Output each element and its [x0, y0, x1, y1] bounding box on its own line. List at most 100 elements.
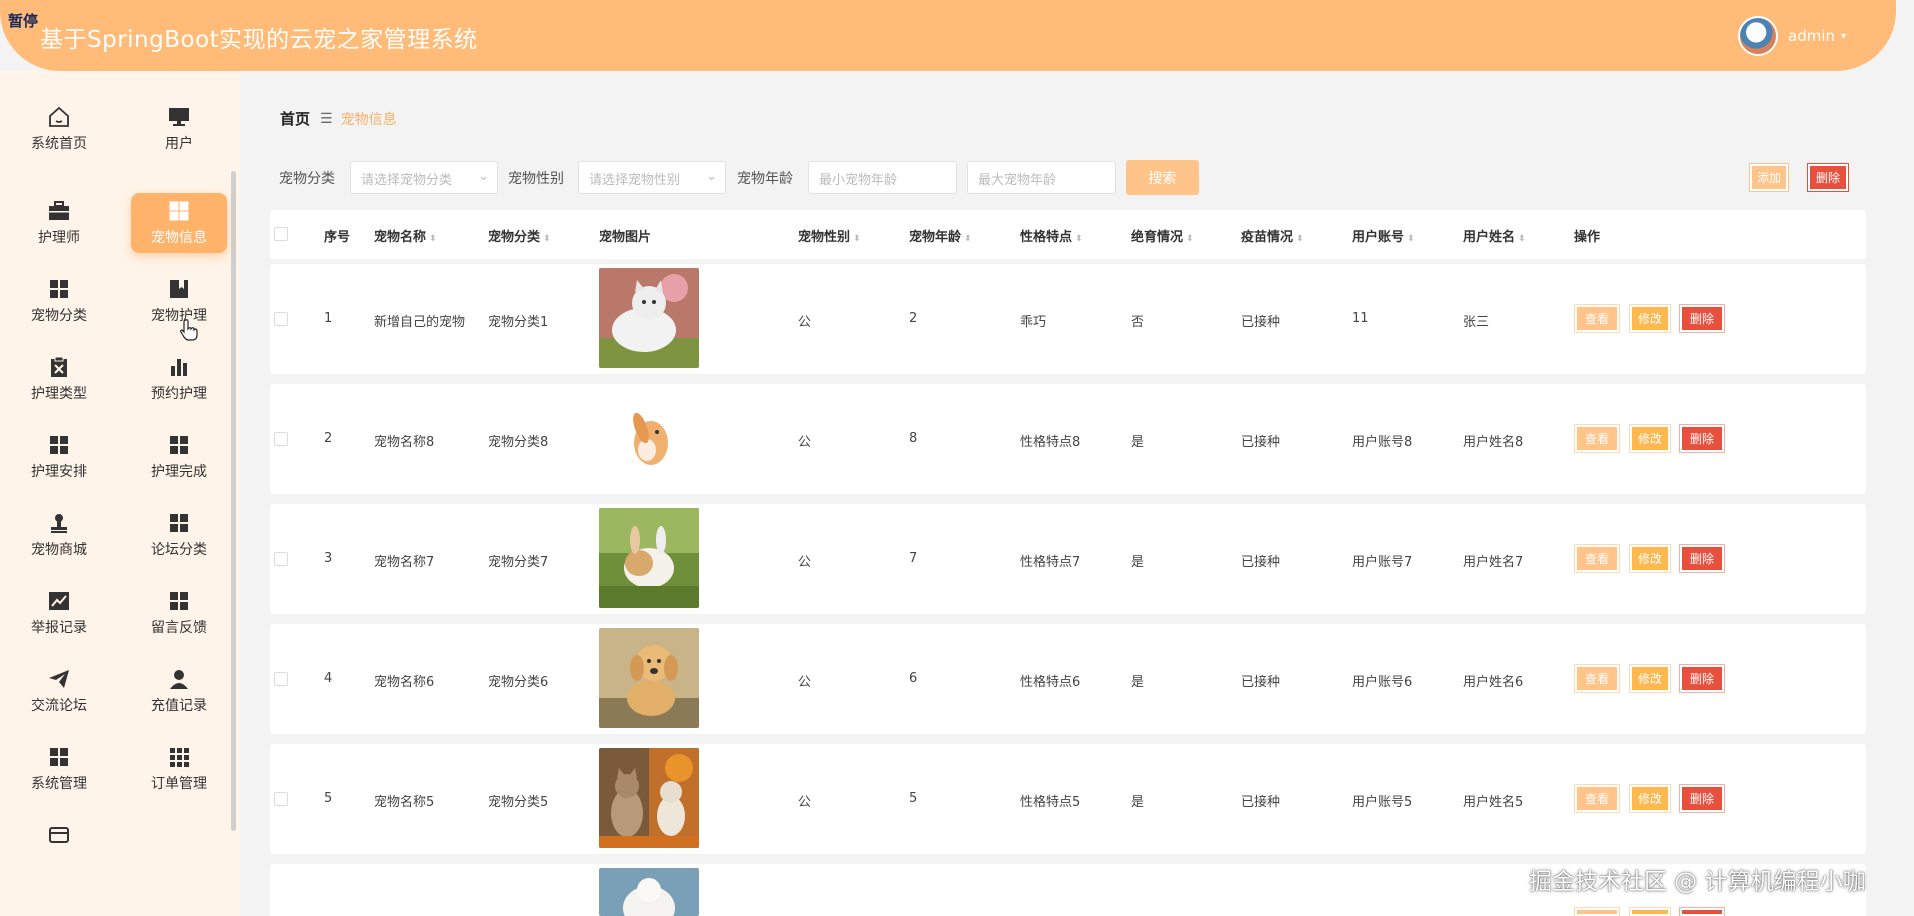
send-icon: [47, 667, 71, 691]
sidebar: 系统首页 用户 护理师 宠物信息 宠物分类 宠物护理 护理类型 预约护理 护理安…: [0, 71, 240, 916]
sidebar-item-forum-category[interactable]: 论坛分类: [131, 505, 227, 565]
column-header-neutered[interactable]: 绝育情况 ⬍: [1131, 226, 1194, 245]
sidebar-item-home[interactable]: 系统首页: [11, 99, 107, 159]
rabbit-grass-image[interactable]: [599, 508, 699, 608]
column-header-category[interactable]: 宠物分类 ⬍: [488, 226, 551, 245]
rabbit-image[interactable]: [599, 388, 699, 488]
row-checkbox[interactable]: [274, 552, 288, 566]
column-header-gender[interactable]: 宠物性别 ⬍: [798, 226, 861, 245]
cell-age: 8: [909, 431, 918, 446]
delete-button[interactable]: 删除: [1679, 544, 1725, 573]
edit-button[interactable]: 修改: [1629, 544, 1671, 573]
sidebar-item-pet-info[interactable]: 宠物信息: [131, 193, 227, 253]
view-button[interactable]: 查看: [1574, 424, 1620, 453]
cell-vaccine: 已接种: [1241, 435, 1281, 450]
cell-username: 用户姓名7: [1463, 555, 1524, 570]
view-button[interactable]: 查看: [1574, 304, 1620, 333]
age-min-input[interactable]: 最小宠物年龄: [808, 161, 957, 194]
cell-name: 宠物名称5: [374, 795, 435, 810]
sidebar-item-forum[interactable]: 交流论坛: [11, 661, 107, 721]
cell-personality: 性格特点8: [1020, 435, 1081, 450]
column-header-account[interactable]: 用户账号 ⬍: [1352, 226, 1415, 245]
cell-personality: 性格特点6: [1020, 675, 1081, 690]
breadcrumb-home[interactable]: 首页: [280, 108, 310, 129]
sidebar-item-recharge[interactable]: 充值记录: [131, 661, 227, 721]
sidebar-item-label: 交流论坛: [31, 698, 87, 714]
edit-button[interactable]: 修改: [1629, 304, 1671, 333]
view-button[interactable]: 查看: [1574, 664, 1620, 693]
sidebar-item-label: 护理师: [38, 230, 80, 246]
chevron-down-icon: ⌄: [706, 169, 717, 184]
column-header-username[interactable]: 用户姓名 ⬍: [1463, 226, 1526, 245]
sidebar-item-pet-care[interactable]: 宠物护理: [131, 271, 227, 331]
sidebar-item-care-done[interactable]: 护理完成: [131, 427, 227, 487]
row-checkbox[interactable]: [274, 312, 288, 326]
sidebar-item-system[interactable]: 系统管理: [11, 739, 107, 799]
cell-index: 5: [324, 791, 333, 806]
sidebar-item-label: 论坛分类: [151, 542, 207, 558]
cell-name: 新增自己的宠物: [374, 315, 466, 330]
sidebar-item-care-schedule[interactable]: 护理安排: [11, 427, 107, 487]
table-header: 序号 宠物名称 ⬍ 宠物分类 ⬍ 宠物图片 宠物性别 ⬍ 宠物年龄 ⬍ 性格特点 ⬍ 绝育…: [270, 210, 1866, 259]
edit-button[interactable]: 修改: [1629, 784, 1671, 813]
gender-select[interactable]: 请选择宠物性别 ⌄: [578, 161, 726, 194]
chevron-down-icon[interactable]: ▾: [1841, 31, 1846, 42]
cat-image[interactable]: [599, 268, 699, 368]
dog-image[interactable]: [599, 868, 699, 916]
cell-account: 用户账号7: [1352, 555, 1413, 570]
delete-button[interactable]: 删除: [1679, 304, 1725, 333]
sidebar-item-pet-category[interactable]: 宠物分类: [11, 271, 107, 331]
batch-delete-button[interactable]: 删除: [1807, 163, 1849, 192]
sidebar-item-label: 护理类型: [31, 386, 87, 402]
cell-age: 5: [909, 791, 918, 806]
column-header-vaccine[interactable]: 疫苗情况 ⬍: [1241, 226, 1304, 245]
puppy-image[interactable]: [599, 628, 699, 728]
column-header-personality[interactable]: 性格特点 ⬍: [1020, 226, 1083, 245]
sidebar-item-pet-mall[interactable]: 宠物商城: [11, 505, 107, 565]
column-header-age[interactable]: 宠物年龄 ⬍: [909, 226, 972, 245]
sidebar-item-orders[interactable]: 订单管理: [131, 739, 227, 799]
category-select[interactable]: 请选择宠物分类 ⌄: [350, 161, 498, 194]
delete-button[interactable]: [1679, 907, 1725, 916]
select-all-checkbox[interactable]: [274, 227, 288, 241]
sidebar-item-label: 留言反馈: [151, 620, 207, 636]
sort-icon: ⬍: [1296, 234, 1304, 244]
search-button[interactable]: 搜索: [1126, 160, 1199, 195]
sort-icon: ⬍: [1518, 234, 1526, 244]
user-menu[interactable]: admin ▾: [1738, 16, 1846, 56]
kittens-image[interactable]: [599, 748, 699, 848]
view-button[interactable]: 查看: [1574, 784, 1620, 813]
delete-button[interactable]: 删除: [1679, 424, 1725, 453]
cell-neutered: 是: [1131, 555, 1145, 570]
sidebar-item-users[interactable]: 用户: [131, 99, 227, 159]
table-row: 2 宠物名称8 宠物分类8 公 8 性格特点8 是 已接种 用户账号8 用户姓名…: [270, 384, 1866, 494]
row-checkbox[interactable]: [274, 792, 288, 806]
edit-button[interactable]: [1629, 907, 1671, 916]
age-max-input[interactable]: 最大宠物年龄: [967, 161, 1116, 194]
sidebar-scrollbar[interactable]: [231, 171, 236, 831]
sidebar-item-wallet[interactable]: [11, 807, 107, 867]
sidebar-item-label: 宠物护理: [151, 308, 207, 324]
sort-icon: ⬍: [429, 234, 437, 244]
edit-button[interactable]: 修改: [1629, 664, 1671, 693]
delete-button[interactable]: 删除: [1679, 784, 1725, 813]
row-checkbox[interactable]: [274, 432, 288, 446]
edit-button[interactable]: 修改: [1629, 424, 1671, 453]
user-name[interactable]: admin: [1788, 27, 1835, 45]
pause-overlay-tag: 暂停: [8, 12, 39, 30]
delete-button[interactable]: 删除: [1679, 664, 1725, 693]
avatar[interactable]: [1738, 16, 1778, 56]
sidebar-item-label: 充值记录: [151, 698, 207, 714]
cell-category: 宠物分类7: [488, 555, 549, 570]
sidebar-item-report[interactable]: 举报记录: [11, 583, 107, 643]
grid-icon: [47, 277, 71, 301]
view-button[interactable]: [1574, 907, 1620, 916]
sidebar-item-caregivers[interactable]: 护理师: [11, 193, 107, 253]
row-checkbox[interactable]: [274, 672, 288, 686]
column-header-name[interactable]: 宠物名称 ⬍: [374, 226, 437, 245]
sidebar-item-feedback[interactable]: 留言反馈: [131, 583, 227, 643]
sidebar-item-care-type[interactable]: 护理类型: [11, 349, 107, 409]
sidebar-item-appointment[interactable]: 预约护理: [131, 349, 227, 409]
add-button[interactable]: 添加: [1749, 163, 1789, 192]
view-button[interactable]: 查看: [1574, 544, 1620, 573]
